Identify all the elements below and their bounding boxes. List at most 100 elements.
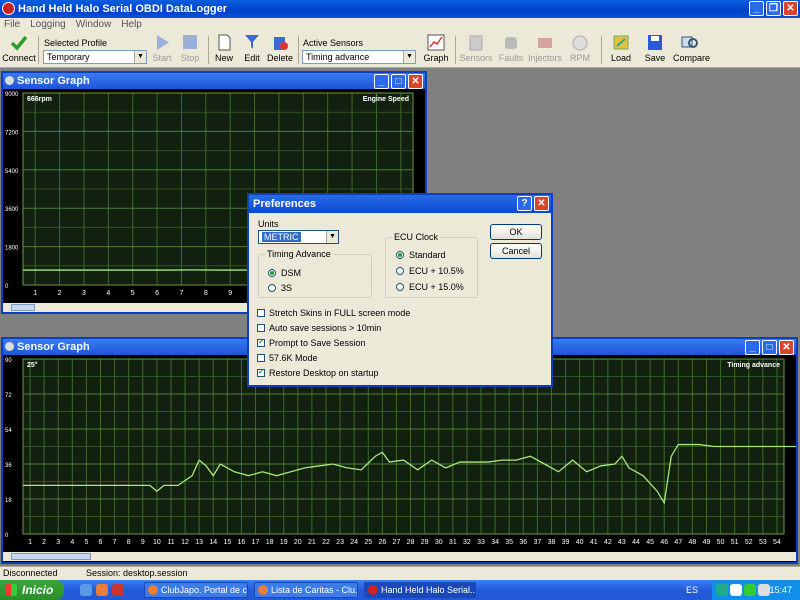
x-tick-label: 49 [703,539,711,546]
timing-dsm-label: DSM [281,268,301,278]
language-indicator[interactable]: ES [686,580,698,600]
mode-576k-checkbox[interactable] [257,354,265,362]
ecu-105-radio[interactable] [396,267,404,275]
rpm-button[interactable]: RPM [563,34,597,63]
firefox-icon [258,585,268,595]
x-tick-label: 15 [223,539,231,546]
graph-icon [427,34,445,51]
ecu-15-radio[interactable] [396,283,404,291]
minimize-button[interactable]: _ [745,340,760,355]
profile-select[interactable]: Temporary ▼ [43,50,147,64]
close-button[interactable]: ✕ [779,340,794,355]
x-tick-label: 6 [99,539,103,546]
minimize-button[interactable]: _ [374,74,389,89]
ok-button[interactable]: OK [490,224,542,240]
firefox-icon[interactable] [96,584,108,596]
mode-576k-label: 57.6K Mode [269,353,318,363]
sensor-name-label: Timing advance [727,362,780,369]
x-tick-label: 17 [252,539,260,546]
maximize-button[interactable]: □ [762,340,777,355]
timing-3s-radio[interactable] [268,284,276,292]
graph-button[interactable]: Graph [419,34,453,63]
help-button[interactable]: ? [517,196,532,211]
desktop-icon[interactable] [80,584,92,596]
compare-button[interactable]: Compare [673,34,711,63]
timing-dsm-radio[interactable] [268,269,276,277]
task-lista-caritas[interactable]: Lista de Caritas - Clu... [254,582,358,598]
delete-label: Delete [266,53,293,63]
current-value-label: 666rpm [27,96,52,103]
stop-label: Stop [180,53,200,63]
opera-icon[interactable] [112,584,124,596]
task-label: Lista de Caritas - Clu... [271,585,358,595]
scrollbar-thumb[interactable] [11,553,91,560]
minimize-button[interactable]: _ [749,1,764,16]
close-button[interactable]: ✕ [408,74,423,89]
close-button[interactable]: ✕ [783,1,798,16]
cancel-button[interactable]: Cancel [490,243,542,259]
cancel-label: Cancel [501,246,530,256]
y-tick-label: 7200 [5,130,19,136]
windows-logo-icon [5,584,17,596]
auto-save-checkbox[interactable] [257,324,265,332]
faults-button[interactable]: Faults [494,34,528,63]
task-label: ClubJapo. Portal de c... [161,585,248,595]
close-button[interactable]: ✕ [534,196,549,211]
x-tick-label: 4 [106,290,110,297]
stop-button[interactable]: Stop [173,34,207,63]
x-tick-label: 37 [533,539,541,546]
stretch-skins-checkbox[interactable] [257,309,265,317]
maximize-button[interactable]: □ [391,74,406,89]
x-tick-label: 32 [463,539,471,546]
active-sensors-select[interactable]: Timing advance ▼ [302,50,416,64]
scrollbar-thumb[interactable] [11,304,35,311]
preferences-title-bar[interactable]: Preferences ? ✕ [249,195,551,213]
x-tick-label: 8 [204,290,208,297]
injectors-button[interactable]: Injectors [528,34,562,63]
restore-desktop-checkbox[interactable]: ✔ [257,369,265,377]
chevron-down-icon: ▼ [403,51,415,63]
x-tick-label: 42 [604,539,612,546]
network-icon[interactable] [744,584,756,596]
x-tick-label: 27 [393,539,401,546]
floppy-disk-icon [648,35,662,50]
delete-button[interactable]: Delete [263,34,297,63]
y-tick-label: 9000 [5,92,19,98]
menu-help[interactable]: Help [121,18,142,32]
graph-window-1-title-bar[interactable]: Sensor Graph _ □ ✕ [3,73,425,89]
task-halo-logger[interactable]: Hand Held Halo Serial... [364,582,476,598]
task-clubjapo[interactable]: ClubJapo. Portal de c... [144,582,248,598]
start-button[interactable]: Inicio [0,580,64,600]
ecu-standard-radio[interactable] [396,251,404,259]
x-tick-label: 1 [28,539,32,546]
toolbar: Connect Selected Profile Temporary ▼ Sta… [0,32,800,68]
x-tick-label: 3 [82,290,86,297]
x-tick-label: 9 [141,539,145,546]
compare-label: Compare [673,53,711,63]
toolbar-separator [298,36,299,64]
volume-icon[interactable] [730,584,742,596]
sensors-button[interactable]: Sensors [459,34,493,63]
app-title: Hand Held Halo Serial OBDI DataLogger [18,3,228,15]
prompt-save-checkbox[interactable]: ✔ [257,339,265,347]
gauge-icon [572,35,588,51]
load-button[interactable]: Load [604,34,638,63]
connect-button[interactable]: Connect [2,34,36,63]
x-tick-label: 16 [238,539,246,546]
graph-2-horizontal-scrollbar[interactable] [3,552,796,561]
graph-window-1-title: Sensor Graph [17,75,90,87]
menu-logging[interactable]: Logging [30,18,66,32]
prompt-save-label: Prompt to Save Session [269,338,366,348]
app-title-bar: Hand Held Halo Serial OBDI DataLogger _ … [0,0,800,18]
tray-icon[interactable] [716,584,728,596]
menu-file[interactable]: File [4,18,20,32]
x-tick-label: 52 [745,539,753,546]
restore-button[interactable]: ❐ [766,1,781,16]
x-tick-label: 19 [280,539,288,546]
save-button[interactable]: Save [638,34,672,63]
x-tick-label: 50 [717,539,725,546]
units-select[interactable]: METRIC ▼ [258,230,339,244]
menu-window[interactable]: Window [76,18,112,32]
new-label: New [214,53,233,63]
word-icon[interactable] [758,584,770,596]
